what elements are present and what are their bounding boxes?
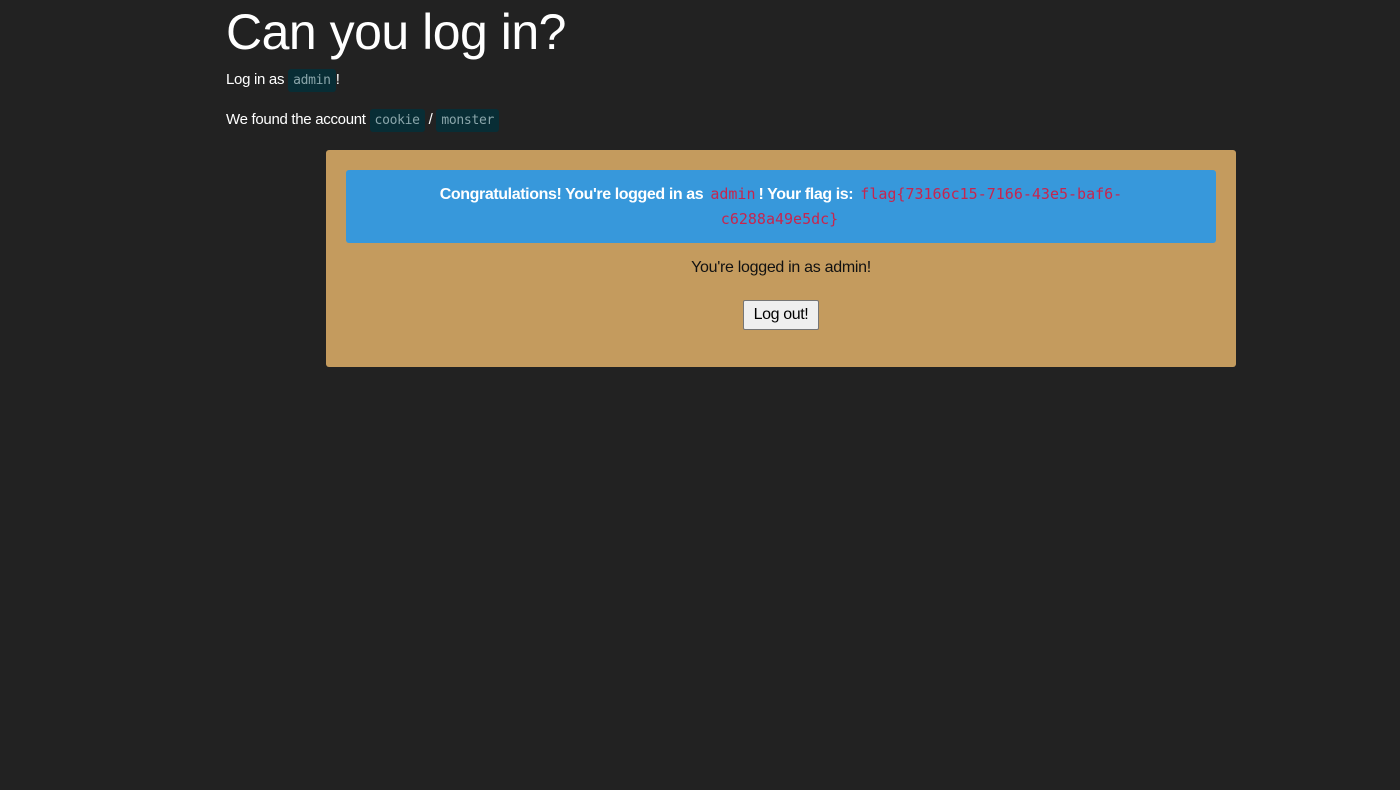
account-prefix: We found the account (226, 111, 366, 128)
logged-in-status: You're logged in as admin! (691, 259, 871, 276)
login-instruction: Log in as admin! (226, 68, 1236, 93)
account-hint: We found the account cookie / monster (226, 108, 1236, 133)
login-suffix: ! (335, 71, 340, 88)
account-separator: / (428, 111, 433, 128)
page-title: Can you log in? (226, 4, 566, 60)
logout-button[interactable]: Log out! (743, 300, 819, 330)
account-username-code: cookie (369, 109, 425, 132)
alert-prefix: Congratulations! You're logged in as (439, 186, 704, 203)
alert-username-code: admin (710, 185, 756, 203)
alert-middle: ! Your flag is: (758, 186, 854, 203)
main-container: Can you log in? Log in as admin! We foun… (226, 0, 1236, 367)
login-username-code: admin (288, 69, 336, 92)
login-panel: Congratulations! You're logged in as adm… (326, 150, 1236, 367)
success-alert: Congratulations! You're logged in as adm… (346, 170, 1216, 243)
account-password-code: monster (436, 109, 500, 132)
success-alert-text: Congratulations! You're logged in as adm… (416, 182, 1146, 232)
login-prefix: Log in as (226, 71, 285, 88)
